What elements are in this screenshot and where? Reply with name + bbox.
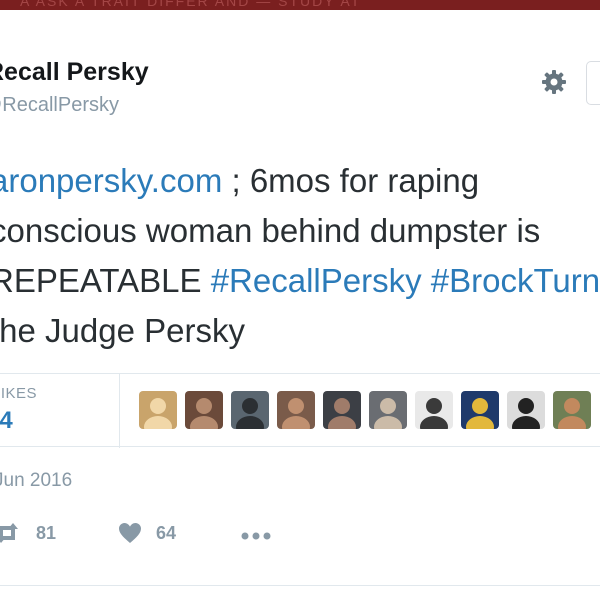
stats-divider: [119, 374, 120, 448]
liker-avatar-2[interactable]: [185, 391, 223, 429]
likes-label: LIKES: [0, 385, 38, 402]
liker-avatar-8[interactable]: [461, 391, 499, 429]
tweet-stats: LIKES 64: [0, 373, 600, 448]
like-count: 64: [156, 522, 177, 543]
tweet-text-segment: conscious woman behind dumpster is: [0, 212, 541, 249]
tweet-text-line: REPEATABLE #RecallPersky #BrockTurner: [0, 256, 600, 306]
heart-icon: [118, 522, 142, 544]
hashtag-link[interactable]: #BrockTurner: [422, 262, 600, 299]
tweet-text-line: conscious woman behind dumpster is: [0, 206, 600, 256]
author-display-name[interactable]: Recall Persky: [0, 58, 149, 87]
liker-avatar-3[interactable]: [231, 391, 269, 429]
liker-avatar-6[interactable]: [369, 391, 407, 429]
like-button[interactable]: 64: [118, 515, 176, 551]
background-banner-strip: A ASK A TRAIT DIFFER AND — STUDY AT: [0, 0, 600, 10]
liker-avatar-10[interactable]: [553, 391, 591, 429]
liker-avatar-4[interactable]: [277, 391, 315, 429]
retweet-button[interactable]: 81: [0, 515, 56, 551]
tweet-header: Recall Persky @RecallPersky: [0, 55, 600, 125]
likes-count[interactable]: 64: [0, 407, 13, 435]
card-bottom-border: [0, 585, 600, 586]
hashtag-link[interactable]: #RecallPersky: [211, 262, 422, 299]
more-button[interactable]: [240, 515, 272, 551]
retweet-count: 81: [36, 522, 57, 543]
url-link[interactable]: aronpersky.com: [0, 162, 222, 199]
liker-avatar-9[interactable]: [507, 391, 545, 429]
liker-avatar-1[interactable]: [139, 391, 177, 429]
liker-avatar-5[interactable]: [323, 391, 361, 429]
tweet-text-line: the Judge Persky: [0, 306, 600, 356]
tweet-text-segment: the Judge Persky: [0, 312, 245, 349]
author-handle[interactable]: @RecallPersky: [0, 94, 119, 117]
tweet-text: aronpersky.com ; 6mos for raping consciou…: [0, 156, 600, 356]
tweet-text-segment: ; 6mos for raping: [222, 162, 480, 199]
gear-icon[interactable]: [540, 68, 568, 96]
more-icon: [240, 528, 272, 540]
retweet-icon: [0, 522, 20, 544]
tweet-actions: 81 64: [0, 515, 600, 555]
tweet-timestamp[interactable]: Jun 2016: [0, 470, 72, 492]
follow-button[interactable]: [586, 61, 600, 105]
tweet-text-segment: REPEATABLE: [0, 262, 211, 299]
liker-avatar-7[interactable]: [415, 391, 453, 429]
tweet-text-line: aronpersky.com ; 6mos for raping: [0, 156, 600, 206]
